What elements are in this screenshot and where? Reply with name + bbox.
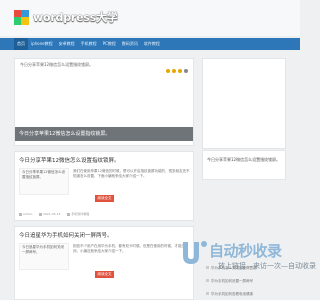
- nav-item-software[interactable]: 软件教程: [141, 38, 163, 50]
- post-meta: admin 2021-05-15 手机软件教程: [19, 212, 89, 216]
- logo-icon: [14, 9, 29, 25]
- post-excerpt: 我们在使用苹果12微信的时候，是可以开启指纹锁屏功能的，很多朋友还不知道怎么设置…: [73, 169, 190, 178]
- post-thumbnail[interactable]: 今日分享苹果12微信怎么设置指纹锁屏。: [19, 168, 69, 195]
- thumbnail-icon: [206, 292, 209, 295]
- slider-dot[interactable]: [184, 69, 188, 73]
- site-header: wordpress大学: [0, 0, 300, 36]
- site-logo[interactable]: wordpress大学: [14, 9, 118, 25]
- slider-dots: [166, 69, 188, 73]
- post-title[interactable]: 今日追星华为手机如何关闭一屏两号。: [19, 231, 113, 239]
- user-icon: [19, 212, 22, 216]
- logo-text: wordpress大学: [33, 11, 118, 24]
- nav-item-home[interactable]: 首页: [14, 38, 28, 50]
- list-item[interactable]: 华为手机如何设置一屏两号: [206, 279, 253, 284]
- slider-dot[interactable]: [172, 69, 176, 73]
- read-more-button[interactable]: 阅读全文: [95, 195, 114, 202]
- sidebar-widget: [202, 58, 286, 149]
- post-card: 今日追星华为手机如何关闭一屏两号。 今日追星华为手机如何关闭一屏两号。 相信不少…: [14, 226, 194, 300]
- nav-item-android[interactable]: 安卓教程: [56, 38, 78, 50]
- featured-slider[interactable]: 今日分享苹果12微信怎么设置指纹锁屏。 今日分享苹果12微信怎么设置指纹锁屏。: [14, 58, 194, 146]
- slider-caption[interactable]: 今日分享苹果12微信怎么设置指纹锁屏。: [15, 127, 193, 141]
- slider-dot[interactable]: [166, 69, 170, 73]
- thumbnail-icon: [206, 266, 209, 269]
- post-thumbnail[interactable]: 今日追星华为手机如何关闭一屏两号。: [19, 243, 69, 270]
- post-title[interactable]: 今日分享苹果12微信怎么设置指纹锁屏。: [19, 156, 120, 164]
- main-nav: 首页 iphone教程 安卓教程 手机教程 PC教程 数码资讯 软件教程: [0, 38, 300, 50]
- post-date: 2021-05-15: [43, 212, 61, 216]
- read-more-button[interactable]: 阅读全文: [95, 271, 114, 278]
- thumbnail-alt: 今日追星华为手机如何关闭一屏两号。: [22, 245, 64, 254]
- thumbnail-alt: 今日分享苹果12微信怎么设置指纹锁屏。: [22, 170, 65, 179]
- thumbnail-icon: [206, 279, 209, 282]
- nav-item-pc[interactable]: PC教程: [100, 38, 119, 50]
- post-category: 手机软件教程: [71, 212, 90, 216]
- post-author: admin: [23, 212, 33, 216]
- nav-item-mobile[interactable]: 手机教程: [78, 38, 100, 50]
- sidebar-widget: 今日分享苹果12微信怎么设置指纹锁屏。: [202, 150, 286, 180]
- sidebar-image-alt[interactable]: 今日分享苹果12微信怎么设置指纹锁屏。: [207, 157, 280, 163]
- slider-dot[interactable]: [178, 69, 182, 73]
- nav-item-iphone[interactable]: iphone教程: [28, 38, 56, 50]
- post-card: 今日分享苹果12微信怎么设置指纹锁屏。 今日分享苹果12微信怎么设置指纹锁屏。 …: [14, 151, 194, 221]
- sidebar-post-list: 华为手机怎么关闭运营商信息 华为手机如何设置一屏两号 华为手机如何查看电池健康: [202, 262, 286, 300]
- watermark-title: 自动秒收录: [209, 242, 282, 260]
- clock-icon: [39, 212, 43, 216]
- list-item[interactable]: 华为手机怎么关闭运营商信息: [206, 266, 257, 271]
- post-excerpt: 相信不少用户在用华为手机，都有双卡时候。但是在使用的时候，才能关闭，小编这就来给…: [73, 244, 185, 253]
- list-item[interactable]: 华为手机如何查看电池健康: [206, 292, 253, 297]
- slider-image-alt: 今日分享苹果12微信怎么设置指纹锁屏。: [20, 62, 94, 67]
- nav-item-digital-news[interactable]: 数码资讯: [119, 38, 141, 50]
- folder-icon: [67, 212, 71, 216]
